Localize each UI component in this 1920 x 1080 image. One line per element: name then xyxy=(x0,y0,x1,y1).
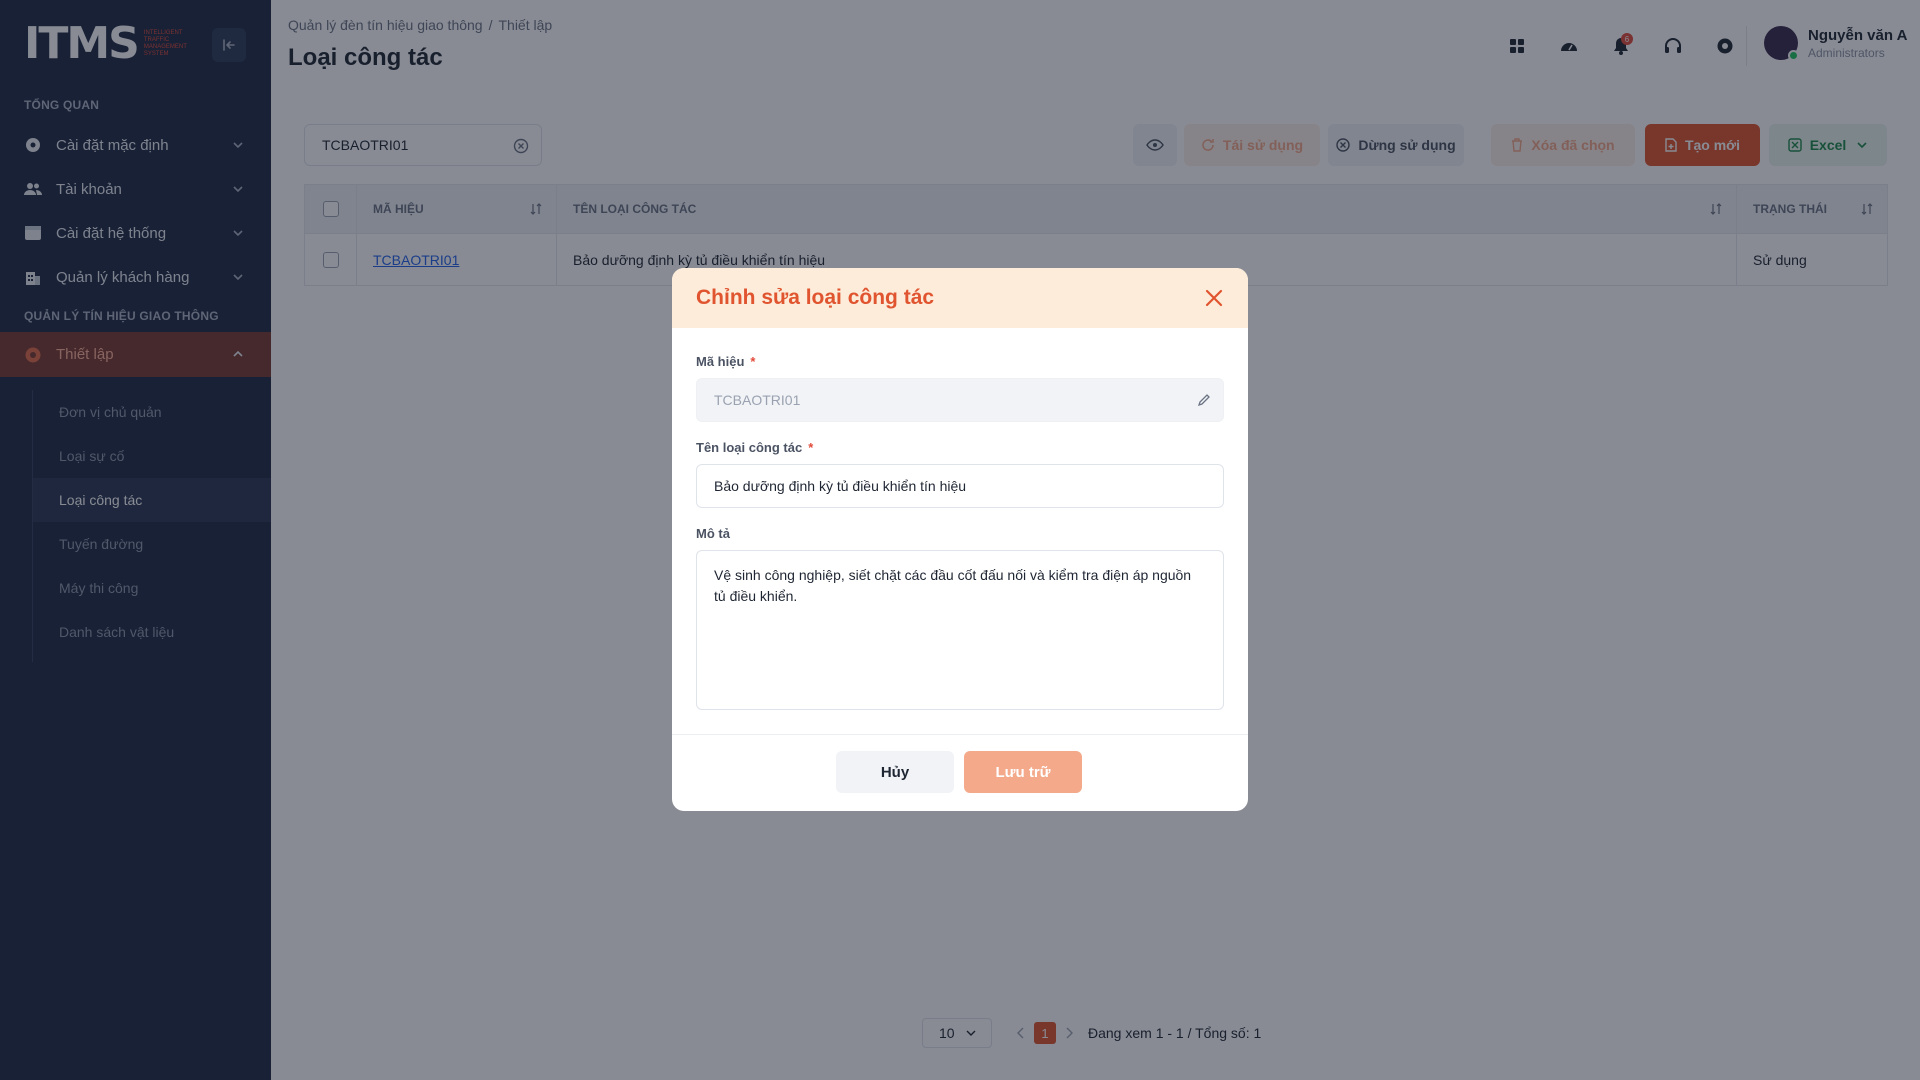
name-label-text: Tên loại công tác xyxy=(696,440,803,455)
cancel-button[interactable]: Hủy xyxy=(836,751,954,793)
name-field[interactable]: Bảo dưỡng định kỳ tủ điều khiển tín hiệu xyxy=(696,464,1224,508)
description-value: Vệ sinh công nghiệp, siết chặt các đầu c… xyxy=(714,567,1192,604)
required-marker: * xyxy=(808,440,814,455)
name-field-value: Bảo dưỡng định kỳ tủ điều khiển tín hiệu xyxy=(714,478,967,494)
edit-work-type-dialog: Chỉnh sửa loại công tác Mã hiệu * TCBAOTR… xyxy=(672,268,1248,811)
dialog-title: Chỉnh sửa loại công tác xyxy=(696,286,935,309)
close-icon[interactable] xyxy=(1204,288,1224,308)
save-button[interactable]: Lưu trữ xyxy=(964,751,1082,793)
name-field-label: Tên loại công tác * xyxy=(696,440,813,455)
code-field-value: TCBAOTRI01 xyxy=(714,392,801,408)
dialog-footer: Hủy Lưu trữ xyxy=(672,734,1248,811)
pencil-icon[interactable] xyxy=(1197,393,1211,407)
code-field[interactable]: TCBAOTRI01 xyxy=(696,378,1224,422)
code-label-text: Mã hiệu xyxy=(696,354,745,369)
description-field-label: Mô tả xyxy=(696,526,730,541)
dialog-header: Chỉnh sửa loại công tác xyxy=(672,268,1248,328)
required-marker: * xyxy=(750,354,756,369)
description-textarea[interactable]: Vệ sinh công nghiệp, siết chặt các đầu c… xyxy=(696,550,1224,710)
code-field-label: Mã hiệu * xyxy=(696,354,755,369)
description-label-text: Mô tả xyxy=(696,526,730,541)
